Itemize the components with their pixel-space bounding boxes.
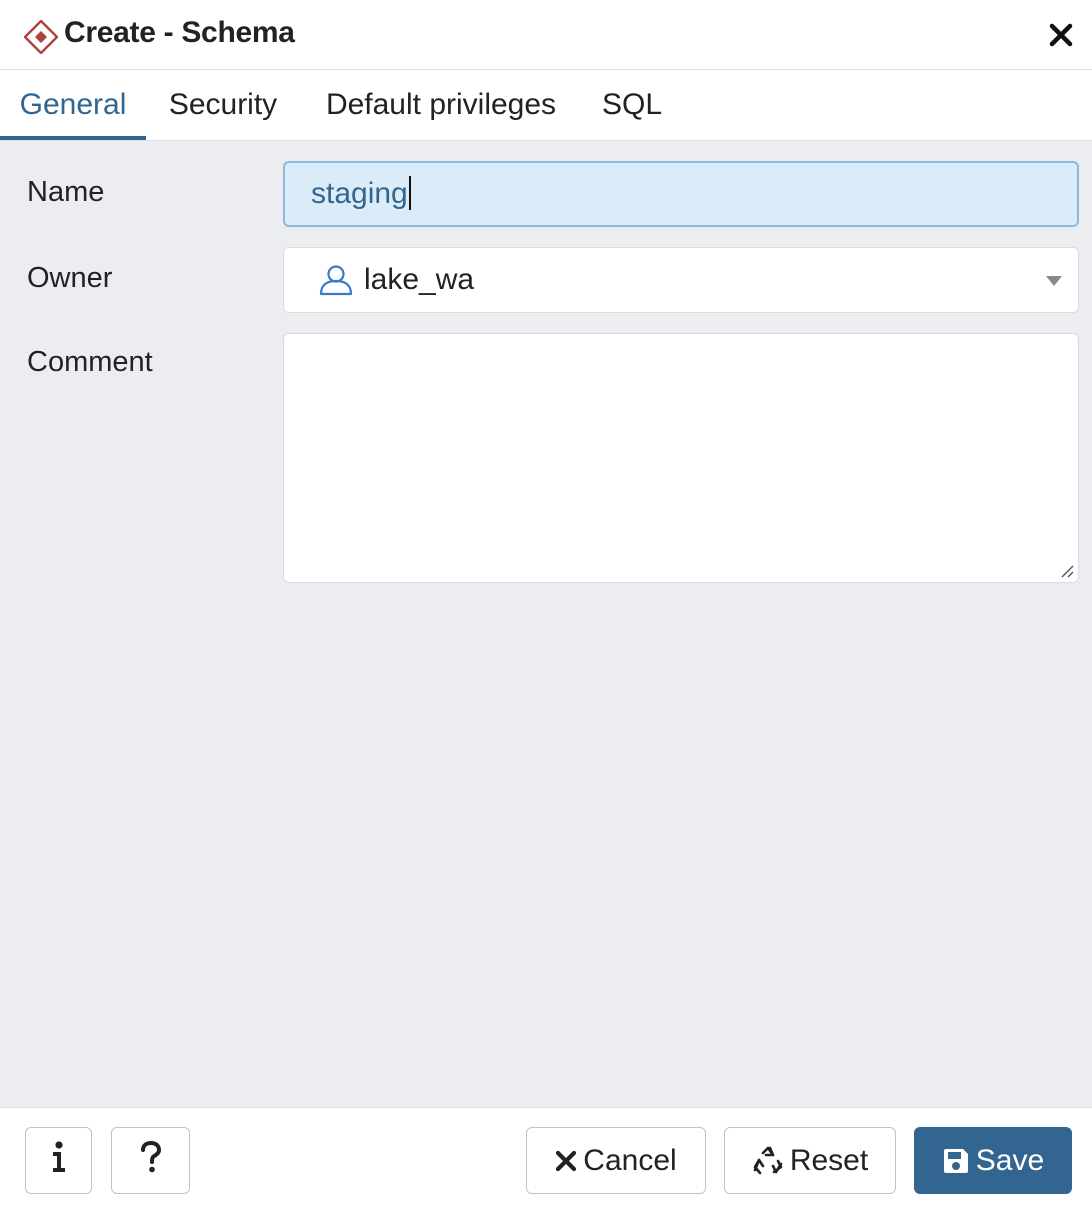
info-button[interactable] — [25, 1127, 92, 1194]
tab-security[interactable]: Security — [146, 70, 300, 140]
dialog-footer: Cancel Reset Save — [0, 1107, 1092, 1206]
recycle-icon — [752, 1145, 784, 1177]
close-icon — [555, 1150, 577, 1172]
owner-label: Owner — [27, 262, 113, 294]
tab-default-privileges[interactable]: Default privileges — [300, 70, 582, 140]
cancel-button[interactable]: Cancel — [526, 1127, 706, 1194]
tab-bar: General Security Default privileges SQL — [0, 70, 1092, 141]
user-icon — [319, 264, 353, 296]
tab-sql[interactable]: SQL — [582, 70, 682, 140]
name-input-value: staging — [311, 177, 408, 210]
dialog-title: Create - Schema — [64, 16, 295, 49]
save-label: Save — [975, 1143, 1045, 1177]
reset-label: Reset — [789, 1143, 869, 1177]
name-label: Name — [27, 176, 105, 208]
owner-value: lake_wa — [364, 263, 475, 296]
text-caret — [408, 176, 411, 211]
save-button[interactable]: Save — [914, 1127, 1072, 1194]
comment-textarea[interactable] — [283, 333, 1079, 583]
tab-general[interactable]: General — [0, 70, 146, 140]
schema-icon — [23, 19, 59, 55]
info-icon — [52, 1140, 66, 1181]
comment-label: Comment — [27, 346, 153, 378]
floppy-disk-icon — [942, 1147, 970, 1175]
help-button[interactable] — [111, 1127, 190, 1194]
owner-select[interactable]: lake_wa — [283, 247, 1079, 313]
resize-grip-icon[interactable] — [1058, 562, 1074, 578]
cancel-label: Cancel — [583, 1143, 677, 1177]
close-icon[interactable] — [1044, 18, 1078, 52]
dialog-titlebar: Create - Schema — [0, 0, 1092, 70]
help-icon — [140, 1140, 162, 1181]
reset-button[interactable]: Reset — [724, 1127, 896, 1194]
chevron-down-icon[interactable] — [1046, 276, 1062, 286]
name-input[interactable]: staging — [283, 161, 1079, 227]
